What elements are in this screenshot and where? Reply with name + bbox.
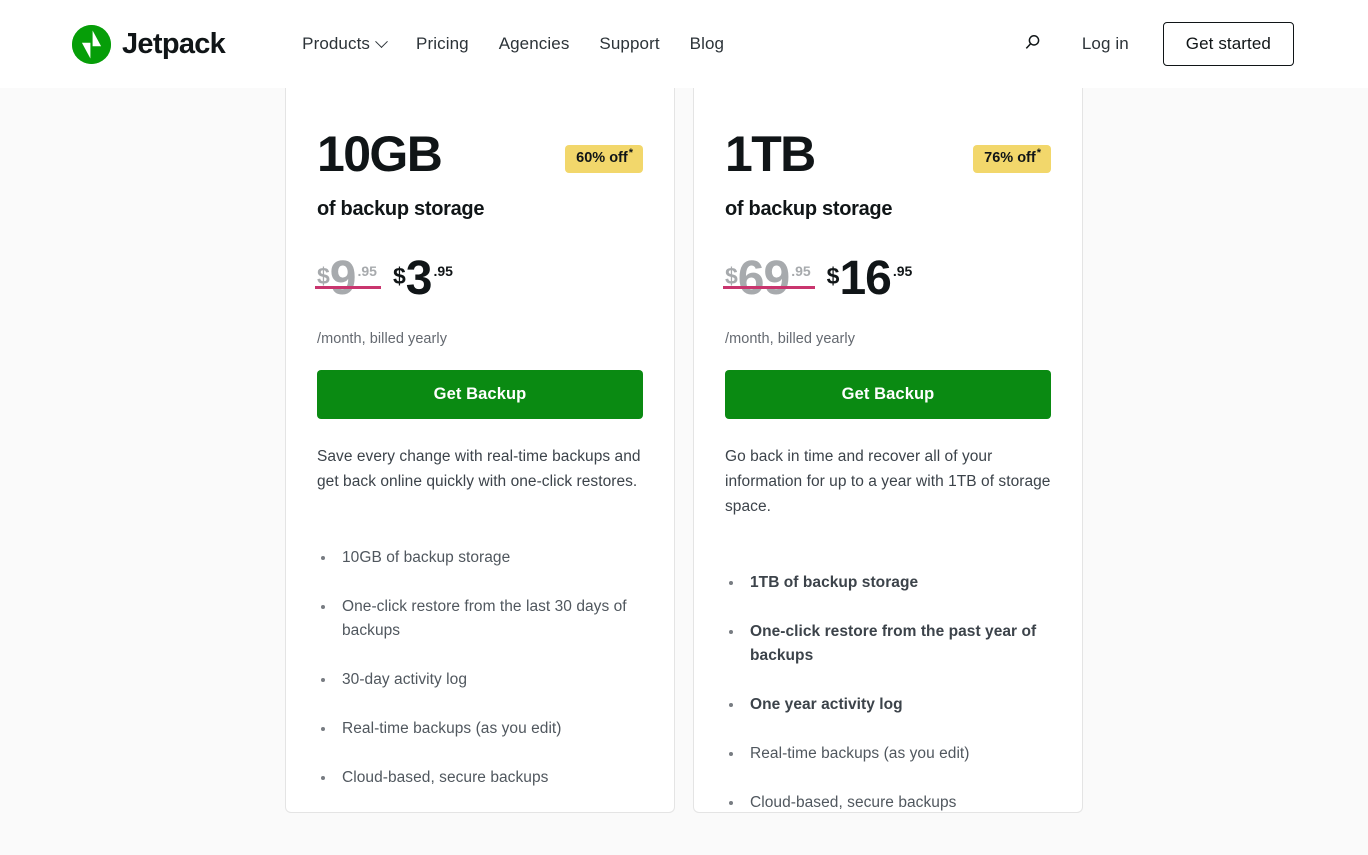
nav-item-blog[interactable]: Blog <box>675 26 739 62</box>
feature-item: Cloud-based, secure backups <box>317 766 643 791</box>
get-backup-button[interactable]: Get Backup <box>317 369 643 419</box>
discount-badge: 76% off* <box>973 145 1051 173</box>
get-started-button[interactable]: Get started <box>1162 22 1294 66</box>
original-price-amount: 9 <box>329 251 357 305</box>
card-description: Save every change with real-time backups… <box>317 447 641 490</box>
discount-badge-asterisk: * <box>1036 147 1041 160</box>
nav-label-blog: Blog <box>689 34 725 53</box>
login-link[interactable]: Log in <box>1072 26 1139 62</box>
discounted-price-currency: $ <box>392 262 406 289</box>
pricing-section: 10GB 60% off* of backup storage $ 9 .95 … <box>0 88 1368 855</box>
main-nav: Products Pricing Agencies Support Blog <box>287 26 739 62</box>
discount-badge: 60% off* <box>565 145 643 173</box>
card-description: Go back in time and recover all of your … <box>725 447 1051 515</box>
tier-subtitle: of backup storage <box>725 197 893 220</box>
nav-label-products: Products <box>302 34 371 53</box>
card-header: 10GB 60% off* <box>317 128 643 181</box>
feature-list: 1TB of backup storage One-click restore … <box>725 571 1051 816</box>
feature-item: 30-day activity log <box>317 668 643 693</box>
tier-subtitle: of backup storage <box>317 197 485 220</box>
nav-label-pricing: Pricing <box>416 34 469 53</box>
discounted-price-cents: .95 <box>892 262 913 279</box>
price-row: $ 9 .95 $ 3 .95 <box>315 251 643 317</box>
pricing-card-1tb: 1TB 76% off* of backup storage $ 69 .95 … <box>693 88 1083 813</box>
brand-logo-link[interactable]: Jetpack <box>72 24 226 64</box>
discounted-price-cents: .95 <box>433 262 453 279</box>
original-price-cents: .95 <box>357 262 377 279</box>
discount-badge-label: 76% off <box>984 150 1036 166</box>
billing-note: /month, billed yearly <box>317 330 447 347</box>
nav-label-agencies: Agencies <box>498 34 570 53</box>
nav-item-pricing[interactable]: Pricing <box>401 26 484 62</box>
tier-size: 1TB <box>725 126 816 182</box>
brand-name: Jetpack <box>122 27 226 60</box>
discounted-price-amount: 3 <box>405 251 433 305</box>
jetpack-bolt-icon <box>72 24 111 64</box>
feature-item: 1TB of backup storage <box>725 571 1051 596</box>
billing-note: /month, billed yearly <box>725 330 855 347</box>
discount-badge-asterisk: * <box>628 147 633 160</box>
nav-item-agencies[interactable]: Agencies <box>484 26 585 62</box>
original-price: $ 9 .95 <box>315 251 381 305</box>
original-price-amount: 69 <box>737 251 790 305</box>
feature-item: 10GB of backup storage <box>317 546 643 571</box>
feature-item: One year activity log <box>725 693 1051 718</box>
discount-badge-label: 60% off <box>576 150 628 166</box>
feature-item: Cloud-based, secure backups <box>725 791 1051 816</box>
feature-item: One-click restore from the past year of … <box>725 620 1051 670</box>
price-strikethrough <box>315 285 381 289</box>
site-header: Jetpack Products Pricing Agencies Suppor… <box>0 0 1368 88</box>
discounted-price-amount: 16 <box>839 251 891 305</box>
pricing-cards-container: 10GB 60% off* of backup storage $ 9 .95 … <box>0 88 1368 813</box>
price-row: $ 69 .95 $ 16 .95 <box>723 251 1051 317</box>
card-header: 1TB 76% off* <box>725 128 1051 181</box>
get-backup-button[interactable]: Get Backup <box>725 369 1051 419</box>
discounted-price-currency: $ <box>826 262 840 289</box>
feature-item: Real-time backups (as you edit) <box>725 742 1051 767</box>
header-actions: Log in Get started <box>1013 22 1294 66</box>
nav-label-support: Support <box>599 34 660 53</box>
chevron-down-icon <box>375 34 388 48</box>
price-strikethrough <box>723 285 815 289</box>
feature-item: Real-time backups (as you edit) <box>317 717 643 742</box>
discounted-price: $ 16 .95 <box>826 251 913 305</box>
original-price-currency: $ <box>725 262 738 289</box>
nav-item-products[interactable]: Products <box>287 26 401 62</box>
feature-list: 10GB of backup storage One-click restore… <box>317 546 643 791</box>
discounted-price: $ 3 .95 <box>392 251 453 305</box>
original-price-currency: $ <box>317 262 330 289</box>
nav-item-support[interactable]: Support <box>584 26 674 62</box>
feature-item: One-click restore from the last 30 days … <box>317 595 643 645</box>
original-price: $ 69 .95 <box>723 251 815 305</box>
original-price-cents: .95 <box>791 262 811 279</box>
search-button[interactable] <box>1013 25 1052 63</box>
search-icon <box>1023 33 1042 55</box>
tier-size: 10GB <box>317 126 443 182</box>
pricing-card-10gb: 10GB 60% off* of backup storage $ 9 .95 … <box>285 88 675 813</box>
